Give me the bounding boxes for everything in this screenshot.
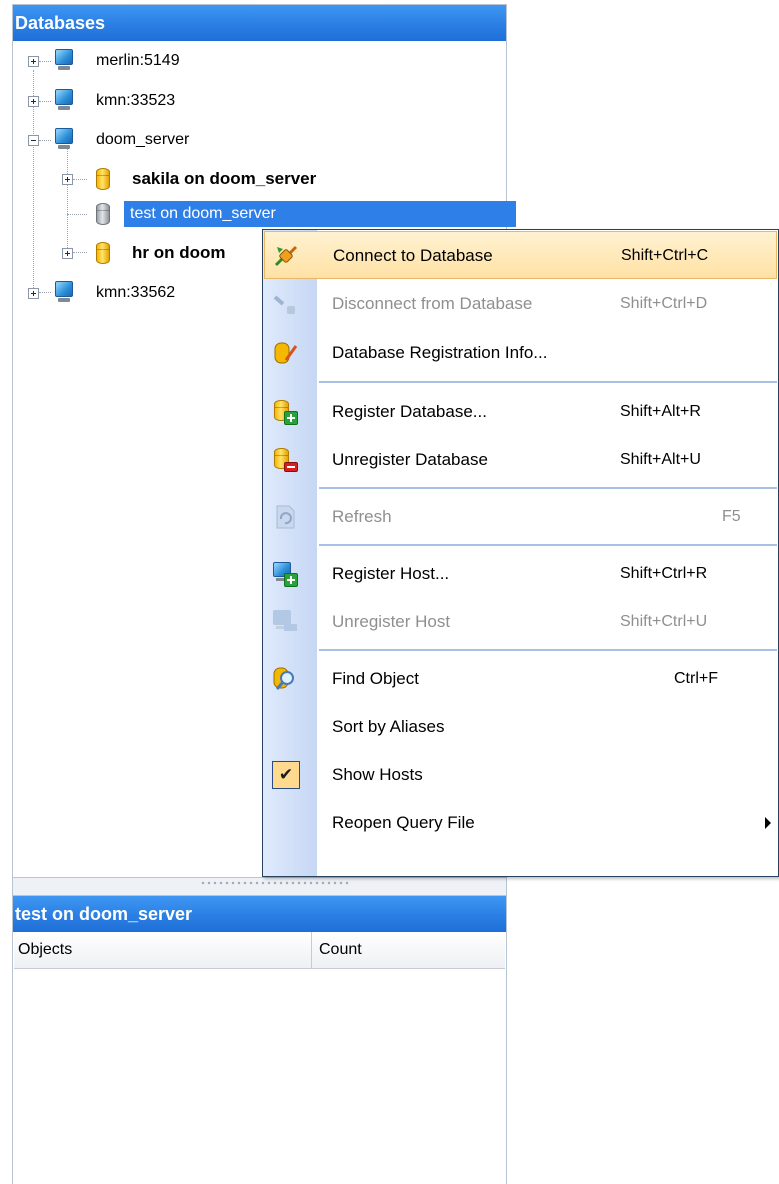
- panel-splitter[interactable]: [12, 878, 507, 895]
- host-icon: [54, 48, 74, 72]
- menu-item-label: Reopen Query File: [332, 813, 475, 832]
- host-add-icon: [272, 561, 298, 587]
- objects-table-header: Objects Count: [14, 932, 505, 969]
- menu-item-label: Unregister Host: [332, 612, 451, 631]
- host-icon: [54, 280, 74, 304]
- tree-node-label: kmn:33562: [96, 284, 176, 301]
- menu-item-sort-by-aliases[interactable]: Sort by Aliases: [264, 703, 777, 751]
- database-remove-icon: [272, 447, 298, 473]
- tree-node-label-selected: test on doom_server: [124, 201, 516, 227]
- database-edit-icon: [274, 342, 298, 364]
- expand-icon[interactable]: [62, 174, 73, 185]
- tree-node-label: hr on doom: [132, 243, 226, 262]
- tree-node-kmn-33523[interactable]: kmn:33523: [26, 88, 226, 114]
- database-disconnected-icon: [96, 203, 110, 225]
- menu-item-label: Disconnect from Database: [332, 294, 533, 313]
- collapse-icon[interactable]: [28, 135, 39, 146]
- menu-item-shortcut: Ctrl+F: [674, 670, 718, 687]
- menu-item-label: Refresh: [332, 507, 392, 526]
- menu-item-shortcut: Shift+Alt+U: [620, 451, 701, 468]
- menu-item-label: Connect to Database: [333, 246, 493, 265]
- menu-separator: [319, 381, 777, 383]
- tree-node-hr[interactable]: hr on doom: [60, 240, 270, 266]
- menu-item-label: Register Host...: [332, 564, 450, 583]
- menu-separator: [319, 487, 777, 489]
- tree-node-label: sakila on doom_server: [132, 169, 317, 188]
- menu-item-disconnect-database[interactable]: Disconnect from Database Shift+Ctrl+D: [264, 280, 777, 328]
- column-header-count[interactable]: Count: [312, 932, 506, 968]
- menu-item-shortcut: Shift+Ctrl+D: [620, 295, 708, 312]
- tree-node-merlin[interactable]: merlin:5149: [26, 48, 226, 74]
- tree-node-label: merlin:5149: [96, 52, 180, 69]
- splitter-grip-icon[interactable]: [201, 881, 349, 887]
- context-menu: Connect to Database Shift+Ctrl+C Disconn…: [262, 229, 779, 877]
- details-panel-title: test on doom_server: [13, 896, 506, 932]
- databases-panel-title: Databases: [13, 5, 506, 41]
- menu-item-shortcut: Shift+Ctrl+C: [621, 247, 709, 264]
- menu-item-register-database[interactable]: Register Database... Shift+Alt+R: [264, 388, 777, 436]
- tree-node-sakila[interactable]: sakila on doom_server: [60, 166, 420, 192]
- menu-item-connect-database[interactable]: Connect to Database Shift+Ctrl+C: [264, 231, 777, 279]
- column-header-objects[interactable]: Objects: [14, 932, 312, 968]
- menu-item-label: Sort by Aliases: [332, 717, 445, 736]
- expand-icon[interactable]: [28, 56, 39, 67]
- tree-node-kmn-33562[interactable]: kmn:33562: [26, 280, 226, 306]
- checkmark-icon: ✔: [272, 761, 300, 789]
- host-icon: [54, 88, 74, 112]
- host-icon: [54, 127, 74, 151]
- menu-item-label: Find Object: [332, 669, 419, 688]
- menu-item-shortcut: Shift+Alt+R: [620, 403, 701, 420]
- find-object-icon: [273, 667, 294, 690]
- menu-item-label: Show Hosts: [332, 765, 423, 784]
- menu-item-shortcut: Shift+Ctrl+U: [620, 613, 708, 630]
- menu-item-shortcut: F5: [722, 508, 741, 525]
- expand-icon[interactable]: [28, 288, 39, 299]
- refresh-icon: [276, 505, 295, 529]
- expand-icon[interactable]: [28, 96, 39, 107]
- tree-node-test[interactable]: test on doom_server: [60, 201, 516, 227]
- menu-separator: [319, 649, 777, 651]
- expand-icon[interactable]: [62, 248, 73, 259]
- menu-item-reopen-query-file[interactable]: Reopen Query File: [264, 799, 777, 847]
- tree-node-label: doom_server: [96, 131, 190, 148]
- submenu-arrow-icon: [765, 817, 771, 829]
- menu-item-shortcut: Shift+Ctrl+R: [620, 565, 708, 582]
- menu-item-register-host[interactable]: Register Host... Shift+Ctrl+R: [264, 550, 777, 598]
- disconnect-plug-icon: [273, 295, 295, 314]
- menu-item-refresh[interactable]: Refresh F5: [264, 493, 777, 541]
- menu-item-unregister-database[interactable]: Unregister Database Shift+Alt+U: [264, 436, 777, 484]
- menu-item-registration-info[interactable]: Database Registration Info...: [264, 329, 777, 377]
- details-panel: test on doom_server Objects Count: [12, 895, 507, 1184]
- menu-item-label: Unregister Database: [332, 450, 488, 469]
- tree-connector: [67, 148, 68, 252]
- connect-plug-icon: [274, 245, 298, 267]
- menu-item-show-hosts[interactable]: ✔ Show Hosts: [264, 751, 777, 799]
- database-add-icon: [272, 399, 298, 425]
- menu-item-unregister-host[interactable]: Unregister Host Shift+Ctrl+U: [264, 598, 777, 646]
- menu-separator: [319, 544, 777, 546]
- database-icon: [96, 168, 110, 190]
- database-icon: [96, 242, 110, 264]
- host-remove-icon: [272, 609, 298, 635]
- tree-node-label: kmn:33523: [96, 92, 176, 109]
- tree-node-doom-server[interactable]: doom_server: [26, 127, 246, 153]
- menu-item-label: Database Registration Info...: [332, 343, 548, 362]
- menu-item-find-object[interactable]: Find Object Ctrl+F: [264, 655, 777, 703]
- menu-item-label: Register Database...: [332, 402, 487, 421]
